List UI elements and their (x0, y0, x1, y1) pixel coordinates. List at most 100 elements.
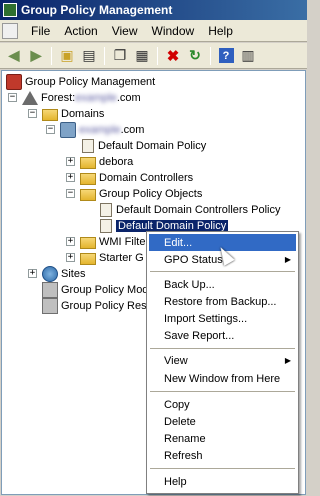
copy-icon[interactable]: ❐ (109, 46, 131, 66)
toolbar: ◀ ▶ ▣ ▤ ❐ ▦ ✖ ↻ ? ▥ (0, 43, 307, 69)
tree-ou-debora[interactable]: debora (80, 154, 133, 170)
tree-domains[interactable]: Domains (42, 106, 104, 122)
menu-action[interactable]: Action (57, 24, 104, 38)
ctx-restore[interactable]: Restore from Backup... (149, 293, 296, 310)
folder-icon (42, 109, 58, 121)
ctx-copy-label: Copy (164, 398, 190, 411)
show-hide-tree-icon[interactable]: ▤ (78, 46, 100, 66)
ctx-view-label: View (164, 354, 188, 367)
app-icon (3, 3, 17, 17)
tree-sites[interactable]: Sites (42, 266, 85, 282)
collapse-domains-icon[interactable]: − (28, 109, 37, 118)
tree-default-domain-policy-link[interactable]: Default Domain Policy (80, 138, 206, 154)
domain-name: example (79, 124, 121, 136)
expand-debora-icon[interactable]: + (66, 157, 75, 166)
tree-root-label: Group Policy Management (25, 76, 156, 88)
debora-label: debora (99, 156, 134, 168)
expand-wmi-icon[interactable]: + (66, 237, 75, 246)
tree-forest[interactable]: Forest: example .com (22, 90, 141, 106)
title-bar: Group Policy Management (0, 0, 307, 20)
ctx-help[interactable]: Help (149, 473, 296, 490)
menu-help[interactable]: Help (201, 24, 240, 38)
gpo-link-icon (82, 139, 94, 153)
ctx-import-label: Import Settings... (164, 312, 248, 325)
ctx-copy[interactable]: Copy (149, 396, 296, 413)
sites-icon (42, 266, 58, 282)
ctx-new-window[interactable]: New Window from Here (149, 370, 296, 387)
starter-label: Starter G (99, 252, 144, 264)
folder-icon (80, 253, 96, 265)
ou-folder-icon (80, 157, 96, 169)
submenu-arrow-icon: ▶ (284, 356, 291, 365)
paste-icon[interactable]: ▦ (131, 46, 153, 66)
context-menu: Edit... GPO Status ▶ Back Up... Restore … (146, 231, 299, 494)
ctx-delete-label: Delete (164, 415, 196, 428)
back-icon[interactable]: ◀ (3, 46, 25, 66)
forest-name: example (75, 92, 117, 104)
forest-suffix: .com (116, 92, 141, 104)
collapse-domain-icon[interactable]: − (46, 125, 55, 134)
up-folder-icon[interactable]: ▣ (56, 46, 78, 66)
tree-wmi-filters[interactable]: WMI Filte (80, 234, 145, 250)
forward-icon[interactable]: ▶ (25, 46, 47, 66)
help-icon[interactable]: ? (215, 46, 237, 66)
collapse-gpo-icon[interactable]: − (66, 189, 75, 198)
tree-starter-gpos[interactable]: Starter G (80, 250, 144, 266)
ctx-backup-label: Back Up... (164, 278, 215, 291)
ctx-import[interactable]: Import Settings... (149, 310, 296, 327)
ctx-save-report-label: Save Report... (164, 329, 235, 342)
menu-separator (150, 348, 295, 349)
window-title: Group Policy Management (21, 3, 173, 17)
ctx-restore-label: Restore from Backup... (164, 295, 277, 308)
menu-bar: File Action View Window Help (0, 20, 307, 42)
ctx-edit-label: Edit... (164, 236, 193, 249)
menu-window[interactable]: Window (145, 24, 202, 38)
tree-group-policy-objects[interactable]: Group Policy Objects (80, 186, 202, 202)
default-domain-policy-link-label: Default Domain Policy (98, 140, 207, 152)
gpo-ddcp-label: Default Domain Controllers Policy (116, 204, 281, 216)
ctx-rename-label: Rename (164, 432, 206, 445)
ctx-delete[interactable]: Delete (149, 413, 296, 430)
ctx-refresh-label: Refresh (164, 449, 203, 462)
tree-gpo-ddcp[interactable]: Default Domain Controllers Policy (98, 202, 280, 218)
system-menu-icon[interactable] (2, 22, 18, 39)
menu-separator (150, 271, 295, 272)
ctx-help-label: Help (164, 475, 187, 488)
folder-icon (80, 237, 96, 249)
ctx-rename[interactable]: Rename (149, 430, 296, 447)
tree-domain-controllers[interactable]: Domain Controllers (80, 170, 193, 186)
menu-separator (150, 468, 295, 469)
wmi-label: WMI Filte (99, 236, 146, 248)
tree-gp-results[interactable]: Group Policy Resu (42, 298, 153, 314)
ctx-view[interactable]: View ▶ (149, 352, 296, 369)
tree-gp-modeling[interactable]: Group Policy Mod (42, 282, 148, 298)
gpo-icon (100, 219, 112, 233)
forest-icon (22, 91, 38, 105)
ctx-backup[interactable]: Back Up... (149, 276, 296, 293)
sites-label: Sites (61, 268, 86, 280)
toolbar-separator (210, 46, 211, 65)
ctx-gpo-status-label: GPO Status (164, 253, 223, 266)
menu-file[interactable]: File (24, 24, 57, 38)
menu-view[interactable]: View (105, 24, 145, 38)
refresh-icon[interactable]: ↻ (184, 46, 206, 66)
expand-sites-icon[interactable]: + (28, 269, 37, 278)
ctx-save-report[interactable]: Save Report... (149, 327, 296, 344)
toolbar-separator (104, 46, 105, 65)
expand-starter-icon[interactable]: + (66, 253, 75, 262)
collapse-forest-icon[interactable]: − (8, 93, 17, 102)
ctx-new-window-label: New Window from Here (164, 372, 281, 385)
tree-domain[interactable]: example .com (60, 122, 144, 138)
tree-root[interactable]: Group Policy Management (6, 74, 155, 90)
expand-domain-controllers-icon[interactable]: + (66, 173, 75, 182)
forest-prefix: Forest: (41, 92, 76, 104)
properties-icon[interactable]: ▥ (237, 46, 259, 66)
delete-icon[interactable]: ✖ (162, 46, 184, 66)
ou-folder-icon (80, 173, 96, 185)
domain-suffix: .com (120, 124, 145, 136)
domain-icon (60, 122, 76, 138)
toolbar-separator (51, 46, 52, 65)
domains-label: Domains (61, 108, 105, 120)
ctx-refresh[interactable]: Refresh (149, 447, 296, 464)
modeling-icon (42, 282, 58, 298)
